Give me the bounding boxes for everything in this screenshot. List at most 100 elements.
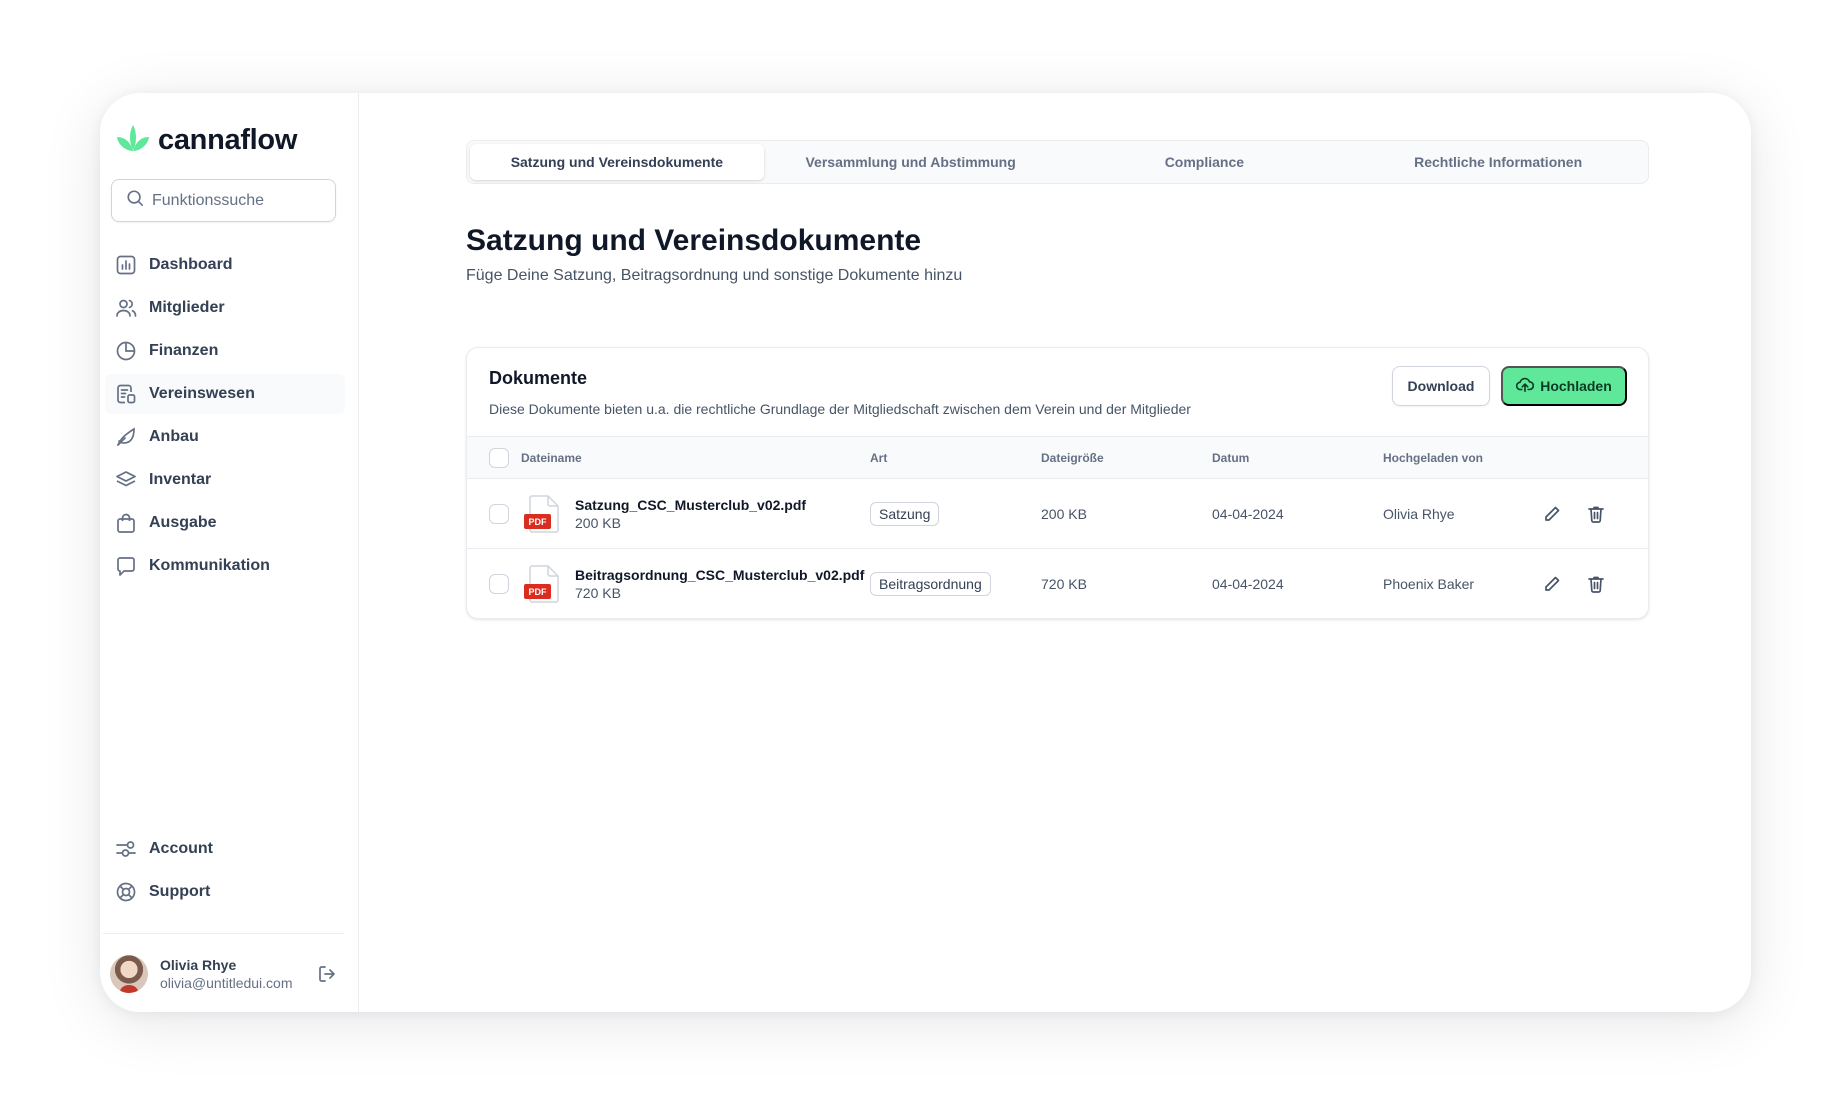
sidebar-item-anbau[interactable]: Anbau [105, 417, 345, 457]
trash-icon[interactable] [1585, 573, 1607, 595]
upload-button[interactable]: Hochladen [1501, 366, 1627, 406]
message-icon [115, 555, 137, 577]
search-icon [126, 189, 144, 212]
row-checkbox[interactable] [489, 503, 509, 524]
sidebar-item-support[interactable]: Support [105, 872, 345, 912]
tab-bar: Satzung und Vereinsdokumente Versammlung… [466, 140, 1649, 184]
documents-description: Diese Dokumente bieten u.a. die rechtlic… [489, 401, 1191, 417]
main-content: Satzung und Vereinsdokumente Versammlung… [359, 93, 1751, 1012]
tab-compliance[interactable]: Compliance [1058, 144, 1352, 180]
size-cell: 200 KB [1041, 505, 1087, 522]
sidebar: cannaflow Dashboard [100, 93, 359, 1012]
sidebar-item-finanzen[interactable]: Finanzen [105, 331, 345, 371]
edit-icon[interactable] [1541, 503, 1563, 525]
search-input[interactable] [152, 191, 322, 210]
document-icon [115, 383, 137, 405]
sidebar-item-label: Account [149, 840, 213, 857]
uploaded-by-cell: Olivia Rhye [1383, 505, 1455, 522]
secondary-nav: Account Support [105, 829, 345, 915]
user-name: Olivia Rhye [160, 957, 237, 973]
sidebar-item-label: Inventar [149, 471, 212, 488]
sidebar-item-label: Anbau [149, 428, 199, 445]
date-cell: 04-04-2024 [1212, 576, 1284, 592]
edit-icon[interactable] [1541, 573, 1563, 595]
row-checkbox[interactable] [489, 574, 509, 594]
file-name-cell: PDF Satzung_CSC_Musterclub_v02.pdf 200 K… [467, 494, 870, 534]
users-icon [115, 297, 137, 319]
pie-chart-icon [115, 340, 137, 362]
documents-title: Dokumente [489, 368, 588, 388]
header-name-cell: Dateiname [467, 447, 870, 468]
date-cell: 04-04-2024 [1212, 505, 1284, 522]
size-cell: 720 KB [1041, 576, 1087, 592]
sidebar-item-account[interactable]: Account [105, 829, 345, 869]
file-name[interactable]: Satzung_CSC_Musterclub_v02.pdf [575, 497, 806, 513]
sidebar-item-label: Dashboard [149, 256, 233, 273]
leaf-icon [115, 426, 137, 448]
download-button[interactable]: Download [1392, 366, 1490, 406]
life-buoy-icon [115, 881, 137, 903]
user-email: olivia@untitledui.com [160, 975, 293, 991]
app-window: cannaflow Dashboard [100, 93, 1751, 1012]
cannaflow-logo-icon [114, 123, 152, 158]
sidebar-item-dashboard[interactable]: Dashboard [105, 245, 345, 285]
row-actions [1541, 573, 1607, 595]
table-row: PDF Satzung_CSC_Musterclub_v02.pdf 200 K… [467, 479, 1648, 549]
layers-icon [115, 469, 137, 491]
file-meta: Satzung_CSC_Musterclub_v02.pdf 200 KB [575, 497, 806, 531]
tab-versammlung[interactable]: Versammlung und Abstimmung [764, 144, 1058, 180]
tab-rechtliche-informationen[interactable]: Rechtliche Informationen [1351, 144, 1645, 180]
select-all-checkbox[interactable] [489, 447, 509, 468]
sidebar-item-kommunikation[interactable]: Kommunikation [105, 546, 345, 586]
shopping-bag-icon [115, 512, 137, 534]
user-info: Olivia Rhye olivia@untitledui.com [160, 957, 304, 991]
sidebar-item-label: Kommunikation [149, 557, 270, 574]
sidebar-item-label: Support [149, 883, 211, 900]
sidebar-item-inventar[interactable]: Inventar [105, 460, 345, 500]
documents-card: Dokumente Diese Dokumente bieten u.a. di… [466, 347, 1649, 619]
file-meta: Beitragsordnung_CSC_Musterclub_v02.pdf 7… [575, 567, 864, 601]
settings-toggle-icon [115, 838, 137, 860]
type-cell: Satzung [870, 501, 1041, 526]
sidebar-item-label: Mitglieder [149, 299, 225, 316]
sidebar-divider [103, 933, 344, 934]
file-size-sub: 200 KB [575, 514, 621, 531]
upload-label: Hochladen [1540, 378, 1612, 394]
avatar[interactable] [110, 955, 148, 993]
file-size-sub: 720 KB [575, 585, 621, 601]
file-name[interactable]: Beitragsordnung_CSC_Musterclub_v02.pdf [575, 567, 864, 583]
bar-chart-icon [115, 254, 137, 276]
logout-icon[interactable] [316, 963, 338, 985]
sidebar-item-label: Finanzen [149, 342, 219, 359]
upload-cloud-icon [1516, 376, 1535, 397]
column-header-type: Art [870, 450, 888, 465]
column-header-date: Datum [1212, 450, 1250, 465]
sidebar-item-label: Ausgabe [149, 514, 217, 531]
sidebar-item-vereinswesen[interactable]: Vereinswesen [105, 374, 345, 414]
sidebar-item-label: Vereinswesen [149, 385, 255, 402]
pdf-file-icon: PDF [523, 494, 563, 534]
sidebar-item-mitglieder[interactable]: Mitglieder [105, 288, 345, 328]
page-title: Satzung und Vereinsdokumente [466, 224, 922, 257]
brand-name: cannaflow [158, 124, 298, 156]
pdf-file-icon: PDF [523, 564, 563, 604]
main-nav: Dashboard Mitglieder Finanzen Vereinswes… [105, 245, 345, 589]
type-cell: Beitragsordnung [870, 572, 1041, 596]
column-header-name: Dateiname [521, 450, 582, 465]
pdf-badge-text: PDF [529, 587, 548, 597]
row-actions [1541, 503, 1607, 525]
documents-table: Dateiname Art Dateigröße Datum Hochgelad… [467, 436, 1648, 618]
page-subtitle: Füge Deine Satzung, Beitragsordnung und … [466, 267, 963, 284]
uploaded-by-cell: Phoenix Baker [1383, 576, 1475, 592]
column-header-size: Dateigröße [1041, 450, 1104, 465]
search-box[interactable] [111, 179, 336, 222]
user-profile: Olivia Rhye olivia@untitledui.com [110, 955, 338, 993]
pdf-badge-text: PDF [529, 517, 548, 527]
sidebar-item-ausgabe[interactable]: Ausgabe [105, 503, 345, 543]
column-header-uploaded-by: Hochgeladen von [1383, 450, 1484, 465]
file-name-cell: PDF Beitragsordnung_CSC_Musterclub_v02.p… [467, 564, 870, 604]
table-row: PDF Beitragsordnung_CSC_Musterclub_v02.p… [467, 549, 1648, 618]
logo[interactable]: cannaflow [114, 123, 297, 158]
tab-satzung[interactable]: Satzung und Vereinsdokumente [470, 144, 764, 180]
trash-icon[interactable] [1585, 503, 1607, 525]
